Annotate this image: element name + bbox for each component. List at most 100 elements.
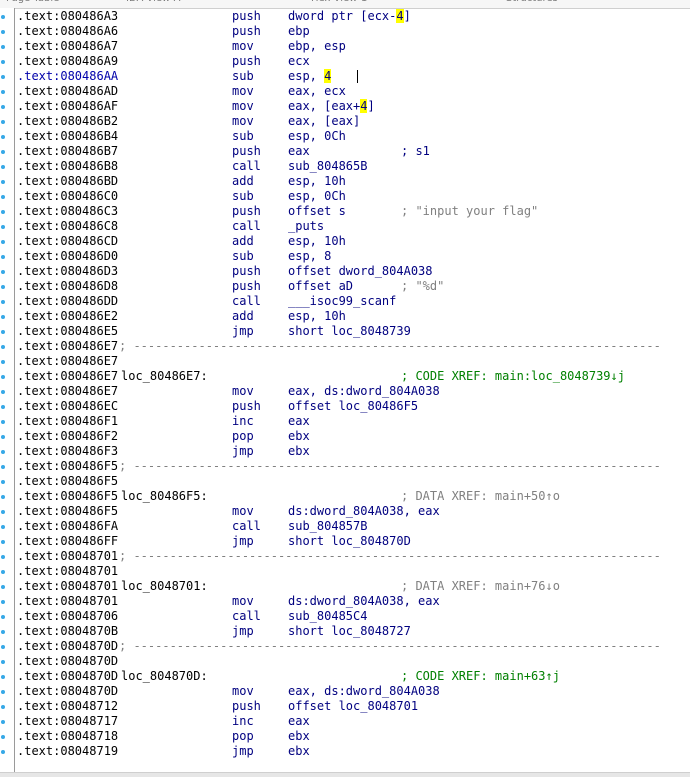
operand[interactable]: eax, ds:dword_804A038 [288,684,440,699]
code-label[interactable]: loc_80486E7: [121,369,208,384]
operand[interactable]: ebp [288,24,310,39]
listing-row[interactable]: .text:080486FA call sub_804857B [15,519,690,534]
operand[interactable]: ds:dword_804A038, eax [288,594,440,609]
listing-row[interactable]: .text:080486E2 add esp, 10h [15,309,690,324]
operand[interactable]: sub_804865B [288,159,367,174]
listing-row[interactable]: .text:080486C8 call _puts [15,219,690,234]
operand[interactable]: eax, [eax+4] [288,99,375,114]
operand[interactable]: esp, 10h [288,174,346,189]
listing-row[interactable]: .text:08048701 [15,564,690,579]
operand[interactable]: offset dword_804A038 [288,264,433,279]
listing-row[interactable]: .text:080486AF mov eax, [eax+4] [15,99,690,114]
operand[interactable]: esp, 10h [288,309,346,324]
tab-2[interactable]: Hex View-1 [305,0,501,8]
operand[interactable]: short loc_804870D [288,534,411,549]
listing-row[interactable]: .text:080486B2 mov eax, [eax] [15,114,690,129]
listing-row[interactable]: .text:080486F5 loc_80486F5: ; DATA XREF: m… [15,489,690,504]
operand[interactable]: sub_80485C4 [288,609,367,624]
code-label[interactable]: loc_8048701: [121,579,208,594]
operand[interactable]: ebx [288,729,310,744]
operand[interactable]: ebp, esp [288,39,346,54]
disassembly-listing[interactable]: .text:080486A3 push dword ptr [ecx-4] .text… [15,8,690,772]
listing-row[interactable]: .text:08048719 jmp ebx [15,744,690,759]
listing-row[interactable]: .text:080486E7 [15,354,690,369]
operand[interactable]: eax, [eax] [288,114,360,129]
xref-comment[interactable]: ; DATA XREF: main+50↑o [401,489,560,504]
operand[interactable]: sub_804857B [288,519,367,534]
listing-row[interactable]: .text:080486BD add esp, 10h [15,174,690,189]
listing-row[interactable]: .text:08048701 mov ds:dword_804A038, eax [15,594,690,609]
listing-row[interactable]: .text:0804870D [15,654,690,669]
listing-row[interactable]: .text:080486DD call ___isoc99_scanf [15,294,690,309]
listing-row[interactable]: .text:080486CD add esp, 10h [15,234,690,249]
horizontal-scrollbar[interactable] [0,772,690,777]
tab-1[interactable]: IDA View-A [120,0,306,8]
listing-row[interactable]: .text:080486A7 mov ebp, esp [15,39,690,54]
listing-row[interactable]: .text:08048717 inc eax [15,714,690,729]
operand[interactable]: offset s [288,204,346,219]
listing-row[interactable]: .text:080486F5; ------------------------… [15,459,690,474]
xref-comment[interactable]: ; DATA XREF: main+76↓o [401,579,560,594]
listing-row[interactable]: .text:080486E5 jmp short loc_8048739 [15,324,690,339]
tab-3[interactable]: Structures [500,0,690,8]
operand[interactable]: dword ptr [ecx-4] [288,9,411,24]
listing-row[interactable]: .text:080486B4 sub esp, 0Ch [15,129,690,144]
operand[interactable]: ds:dword_804A038, eax [288,504,440,519]
operand[interactable]: short loc_8048739 [288,324,411,339]
operand[interactable]: eax [288,714,310,729]
listing-row[interactable]: .text:08048701 loc_8048701: ; DATA XREF: m… [15,579,690,594]
code-label[interactable]: loc_804870D: [121,669,208,684]
listing-row[interactable]: .text:08048718 pop ebx [15,729,690,744]
listing-row[interactable]: .text:080486AA sub esp, 4 [15,69,690,84]
listing-row[interactable]: .text:080486C0 sub esp, 0Ch [15,189,690,204]
operand[interactable]: eax [288,414,310,429]
xref-comment[interactable]: ; CODE XREF: main+63↑j [401,669,560,684]
listing-row[interactable]: .text:080486B7 push eax ; s1 [15,144,690,159]
operand[interactable]: esp, 0Ch [288,189,346,204]
operand[interactable]: short loc_8048727 [288,624,411,639]
listing-row[interactable]: .text:080486C3 push offset s ; "input your … [15,204,690,219]
xref-comment[interactable]: ; CODE XREF: main:loc_8048739↓j [401,369,625,384]
operand[interactable]: offset aD [288,279,353,294]
operand[interactable]: eax [288,144,310,159]
tab-0[interactable]: Page Table [0,0,121,8]
listing-row[interactable]: .text:080486AD mov eax, ecx [15,84,690,99]
operand[interactable]: ebx [288,429,310,444]
listing-row[interactable]: .text:080486D3 push offset dword_804A038 [15,264,690,279]
operand[interactable]: eax, ds:dword_804A038 [288,384,440,399]
operand[interactable]: ___isoc99_scanf [288,294,396,309]
operand[interactable]: offset loc_80486F5 [288,399,418,414]
listing-row[interactable]: .text:080486E7; ------------------------… [15,339,690,354]
listing-row[interactable]: .text:080486F3 jmp ebx [15,444,690,459]
listing-row[interactable]: .text:080486D8 push offset aD ; "%d" [15,279,690,294]
listing-row[interactable]: .text:080486EC push offset loc_80486F5 [15,399,690,414]
listing-row[interactable]: .text:080486E7 mov eax, ds:dword_804A038 [15,384,690,399]
operand[interactable]: esp, 0Ch [288,129,346,144]
listing-row[interactable]: .text:080486A3 push dword ptr [ecx-4] [15,9,690,24]
listing-row[interactable]: .text:08048706 call sub_80485C4 [15,609,690,624]
listing-row[interactable]: .text:08048701; ------------------------… [15,549,690,564]
listing-row[interactable]: .text:080486FF jmp short loc_804870D [15,534,690,549]
code-label[interactable]: loc_80486F5: [121,489,208,504]
operand[interactable]: _puts [288,219,324,234]
listing-row[interactable]: .text:080486B8 call sub_804865B [15,159,690,174]
listing-row[interactable]: .text:080486A6 push ebp [15,24,690,39]
listing-row[interactable]: .text:0804870D; ------------------------… [15,639,690,654]
listing-row[interactable]: .text:080486A9 push ecx [15,54,690,69]
listing-row[interactable]: .text:080486F5 [15,474,690,489]
listing-row[interactable]: .text:080486F2 pop ebx [15,429,690,444]
listing-row[interactable]: .text:080486F5 mov ds:dword_804A038, eax [15,504,690,519]
listing-row[interactable]: .text:080486E7 loc_80486E7: ; CODE XREF: m… [15,369,690,384]
operand[interactable]: ecx [288,54,310,69]
listing-row[interactable]: .text:080486F1 inc eax [15,414,690,429]
operand[interactable]: esp, 4 [288,69,332,84]
listing-row[interactable]: .text:0804870D loc_804870D: ; CODE XREF: m… [15,669,690,684]
listing-row[interactable]: .text:0804870D mov eax, ds:dword_804A038 [15,684,690,699]
operand[interactable]: esp, 8 [288,249,331,264]
listing-row[interactable]: .text:080486D0 sub esp, 8 [15,249,690,264]
operand[interactable]: offset loc_8048701 [288,699,418,714]
listing-row[interactable]: .text:0804870B jmp short loc_8048727 [15,624,690,639]
operand[interactable]: ebx [288,744,310,759]
listing-row[interactable]: .text:08048712 push offset loc_8048701 [15,699,690,714]
operand[interactable]: eax, ecx [288,84,346,99]
